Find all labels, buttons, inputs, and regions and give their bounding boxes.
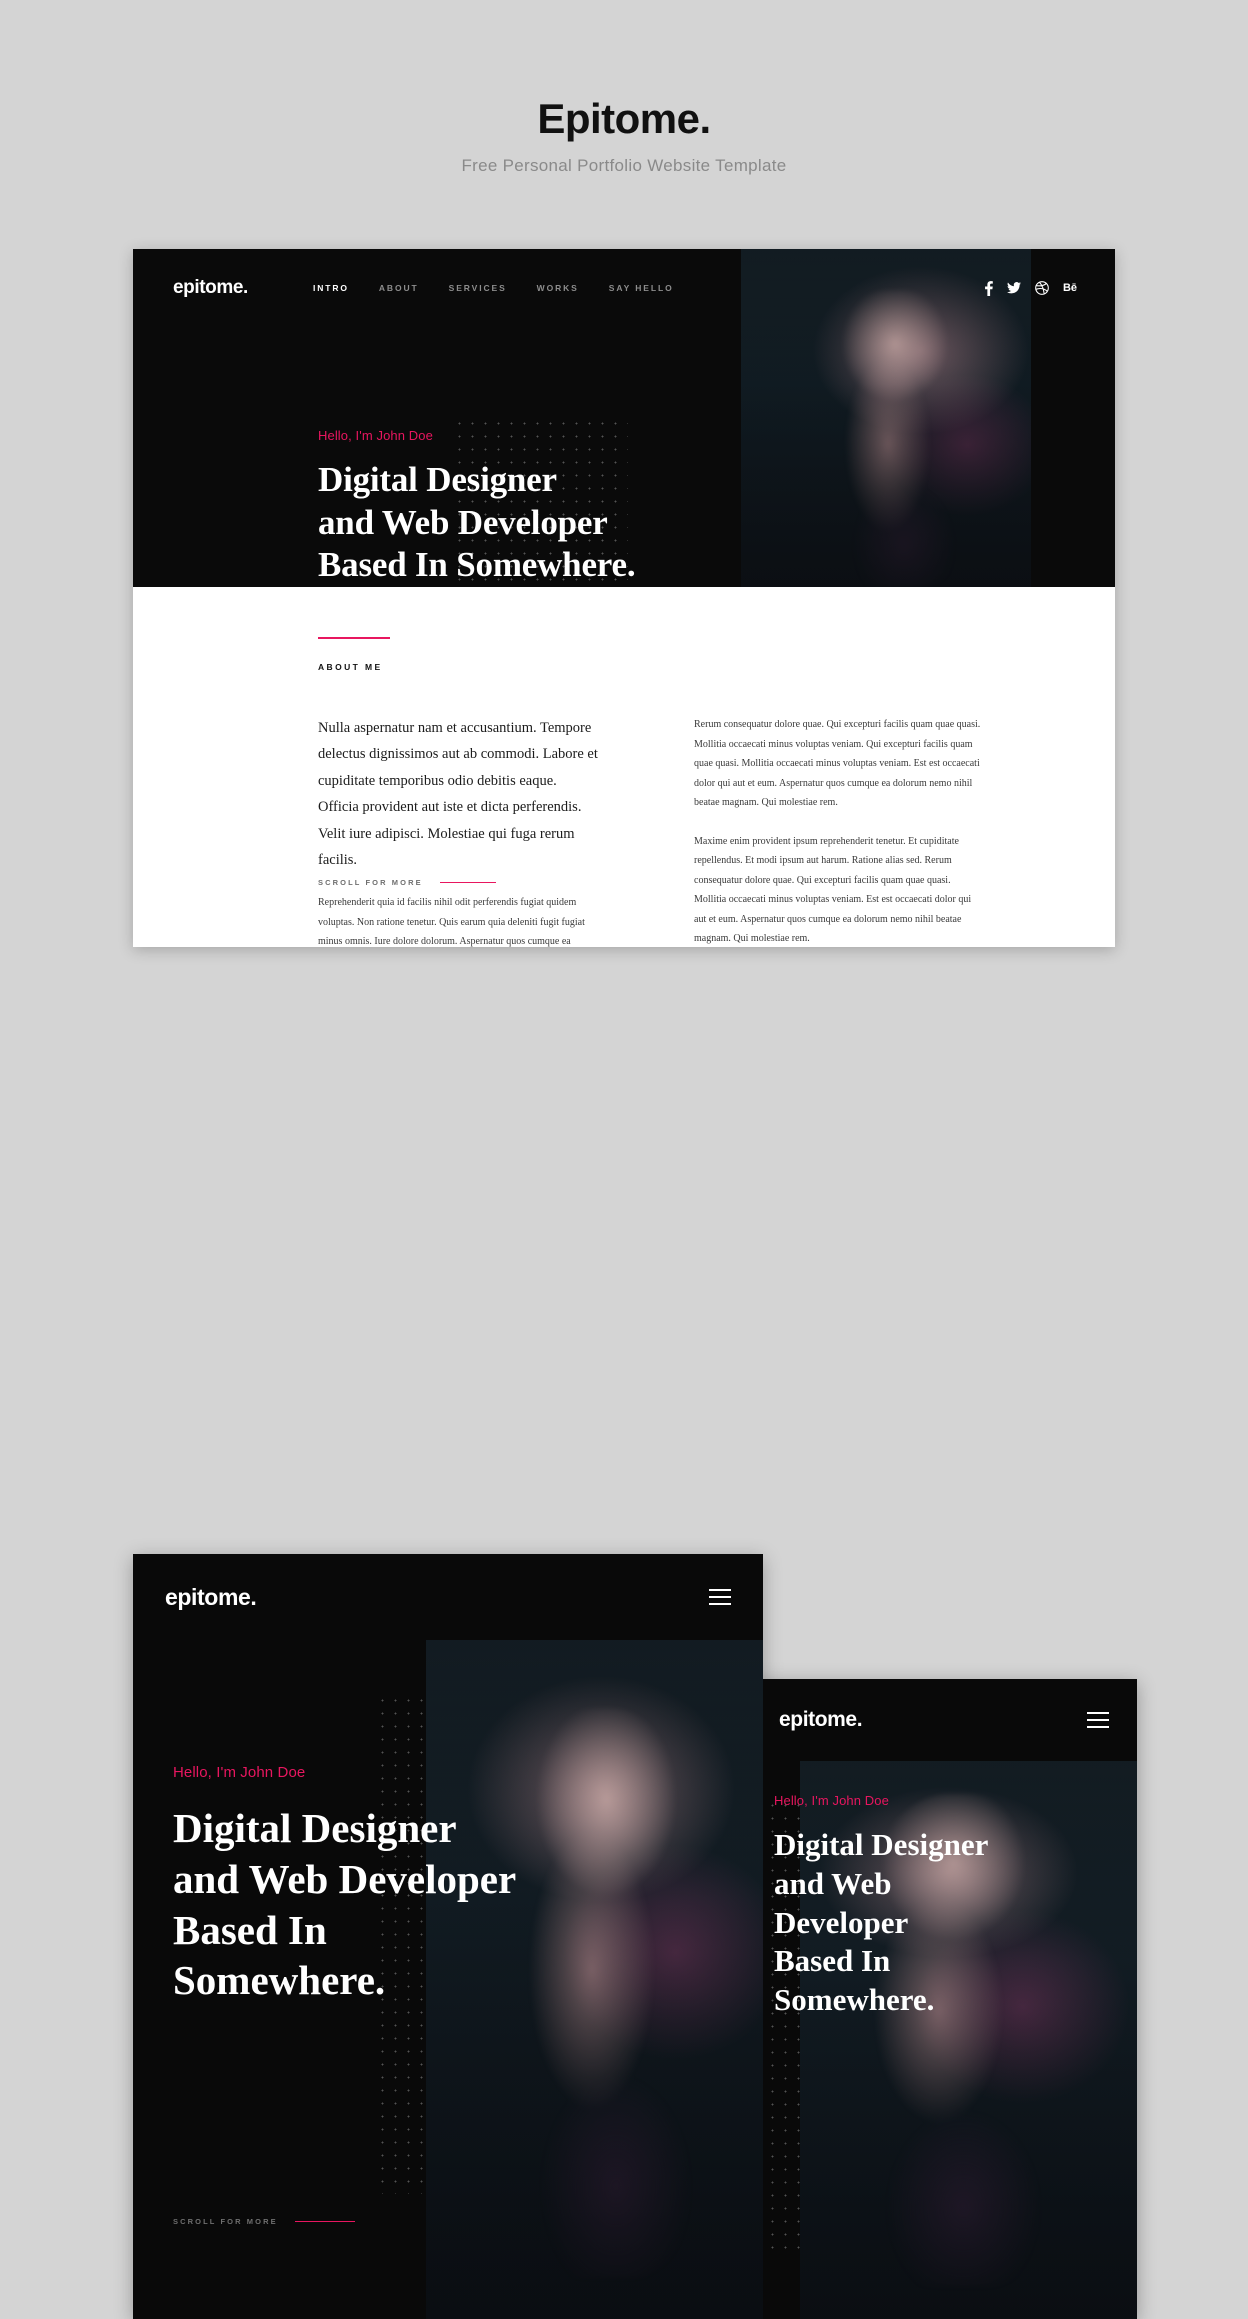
desktop-hero-text: Hello, I'm John Doe Digital Designer and… xyxy=(318,428,636,587)
tablet-navbar: epitome. xyxy=(133,1554,763,1640)
hero-greeting: Hello, I'm John Doe xyxy=(173,1764,306,1781)
nav-item-services[interactable]: SERVICES xyxy=(449,283,507,293)
main-nav: INTRO ABOUT SERVICES WORKS SAY HELLO xyxy=(313,283,674,293)
page-title: Epitome. xyxy=(537,95,711,142)
burger-bar xyxy=(1087,1712,1109,1714)
site-logo[interactable]: epitome. xyxy=(165,1584,257,1611)
headline-line-5: Somewhere. xyxy=(774,1982,935,2017)
desktop-mockup: epitome. INTRO ABOUT SERVICES WORKS SAY … xyxy=(133,249,1115,947)
poster-heading: Epitome. Free Personal Portfolio Website… xyxy=(0,95,1248,176)
scroll-label: SCROLL FOR MORE xyxy=(173,2217,278,2226)
hero-headline: Digital Designer and Web Developer Based… xyxy=(318,459,636,587)
mobile-hero-text: Hello, I'm John Doe Digital Designer and… xyxy=(774,1793,988,2020)
desktop-navbar: epitome. INTRO ABOUT SERVICES WORKS SAY … xyxy=(133,249,1115,327)
burger-bar xyxy=(709,1603,731,1605)
scroll-line-decoration xyxy=(294,2221,355,2222)
about-left-column: Nulla aspernatur nam et accusantium. Tem… xyxy=(318,715,600,947)
desktop-scroll-indicator[interactable]: SCROLL FOR MORE xyxy=(318,878,496,887)
tablet-scroll-indicator[interactable]: SCROLL FOR MORE xyxy=(173,2217,355,2226)
facebook-icon[interactable] xyxy=(984,280,993,296)
page-subtitle: Free Personal Portfolio Website Template xyxy=(461,156,787,176)
burger-bar xyxy=(1087,1719,1109,1721)
site-logo[interactable]: epitome. xyxy=(173,277,248,299)
twitter-icon[interactable] xyxy=(1006,282,1021,294)
about-lead-paragraph: Nulla aspernatur nam et accusantium. Tem… xyxy=(318,720,598,868)
hero-headline: Digital Designer and Web Developer Based… xyxy=(173,1803,516,2006)
about-left-paragraph: Reprehenderit quia id facilis nihil odit… xyxy=(318,897,585,947)
about-right-column: Rerum consequatur dolore quae. Qui excep… xyxy=(694,715,984,947)
about-section: ABOUT ME Nulla aspernatur nam et accusan… xyxy=(133,587,1115,947)
burger-bar xyxy=(709,1589,731,1591)
nav-item-works[interactable]: WORKS xyxy=(537,283,579,293)
nav-item-intro[interactable]: INTRO xyxy=(313,283,349,293)
hamburger-menu-icon[interactable] xyxy=(1087,1712,1109,1728)
headline-line-4: Based In xyxy=(774,1943,891,1979)
behance-icon[interactable]: Bē xyxy=(1063,282,1077,294)
headline-line-2: and Web xyxy=(774,1865,892,1901)
about-right-paragraph-2: Maxime enim provident ipsum reprehenderi… xyxy=(694,835,972,945)
burger-bar xyxy=(709,1596,731,1598)
scroll-line-decoration xyxy=(439,882,496,883)
tablet-mockup: epitome. Hello, I'm John Doe Digital Des… xyxy=(133,1554,763,2319)
headline-line-3: Developer xyxy=(774,1904,909,1940)
mobile-navbar: epitome. xyxy=(752,1679,1137,1761)
desktop-hero-section: epitome. INTRO ABOUT SERVICES WORKS SAY … xyxy=(133,249,1115,587)
headline-line-3: Based In Somewhere. xyxy=(318,545,636,585)
social-links: Bē xyxy=(984,280,1077,296)
headline-line-1: Digital Designer xyxy=(318,460,557,499)
hero-greeting: Hello, I'm John Doe xyxy=(774,1793,889,1808)
about-columns: Nulla aspernatur nam et accusantium. Tem… xyxy=(318,715,984,947)
about-right-paragraph-1: Rerum consequatur dolore quae. Qui excep… xyxy=(694,719,981,808)
section-rule xyxy=(318,637,390,639)
headline-line-1: Digital Designer xyxy=(774,1827,989,1862)
headline-line-4: Somewhere. xyxy=(173,1957,386,2004)
tablet-hero-text: Hello, I'm John Doe Digital Designer and… xyxy=(173,1764,516,2006)
site-logo[interactable]: epitome. xyxy=(779,1708,863,1732)
nav-item-say-hello[interactable]: SAY HELLO xyxy=(609,283,674,293)
headline-line-3: Based In xyxy=(173,1906,327,1953)
dribbble-icon[interactable] xyxy=(1035,281,1049,295)
hero-greeting: Hello, I'm John Doe xyxy=(318,428,433,443)
about-kicker: ABOUT ME xyxy=(318,662,383,672)
headline-line-1: Digital Designer xyxy=(173,1805,457,1851)
scroll-label: SCROLL FOR MORE xyxy=(318,878,423,887)
nav-item-about[interactable]: ABOUT xyxy=(379,283,419,293)
hero-headline: Digital Designer and Web Developer Based… xyxy=(774,1826,988,2020)
headline-line-2: and Web Developer xyxy=(318,502,608,542)
hamburger-menu-icon[interactable] xyxy=(709,1589,731,1605)
mobile-mockup: epitome. Hello, I'm John Doe Digital Des… xyxy=(752,1679,1137,2319)
poster-canvas: Epitome. Free Personal Portfolio Website… xyxy=(0,0,1248,2319)
headline-line-2: and Web Developer xyxy=(173,1855,517,1902)
burger-bar xyxy=(1087,1726,1109,1728)
